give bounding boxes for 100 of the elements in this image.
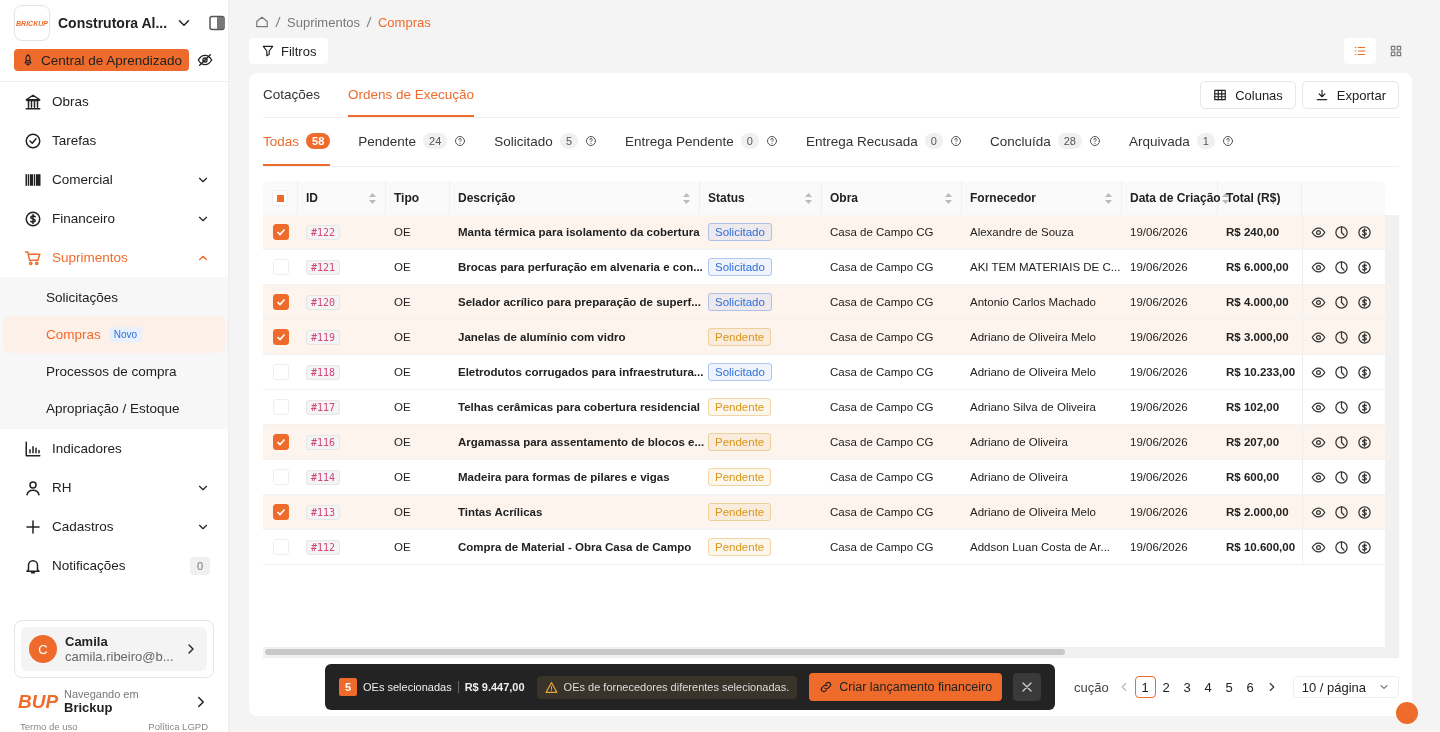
nav-subitem[interactable]: Processos de compra [3, 353, 225, 390]
column-header: ID [306, 191, 318, 205]
id-tag[interactable]: #114 [306, 470, 341, 485]
page-button[interactable]: 4 [1197, 676, 1219, 698]
page-button[interactable]: 1 [1134, 676, 1156, 698]
nav-item[interactable]: Financeiro [0, 199, 228, 238]
sidebar-toggle-icon[interactable] [209, 15, 226, 31]
eye-off-icon [197, 52, 214, 68]
list-view-button[interactable] [1344, 38, 1376, 64]
nav-item[interactable]: Cadastros [0, 507, 228, 546]
status-tab[interactable]: Entrega Recusada 0 [806, 118, 962, 166]
slash-icon [366, 16, 372, 28]
chat-launcher-icon[interactable] [1396, 702, 1418, 724]
status-tab[interactable]: Concluída 28 [989, 118, 1101, 166]
table-cell: OE [394, 506, 411, 518]
row-checkbox[interactable] [272, 434, 289, 450]
breadcrumb-link[interactable]: Suprimentos [287, 14, 360, 30]
status-tab[interactable]: Entrega Pendente 0 [625, 118, 778, 166]
horizontal-scrollbar[interactable] [263, 647, 1399, 657]
nav-item[interactable]: Notificações 0 [0, 546, 228, 585]
page-button[interactable]: 3 [1176, 676, 1198, 698]
row-checkbox[interactable] [272, 224, 289, 240]
table-cell: R$ 600,00 [1226, 471, 1280, 483]
table-cell: Casa de Campo CG [830, 296, 934, 308]
table-cell: OE [394, 261, 411, 273]
table-cell: OE [394, 366, 411, 378]
nav-item[interactable]: Indicadores [0, 429, 228, 468]
help-icon [1221, 135, 1234, 147]
nav-item[interactable]: Obras [0, 82, 228, 121]
tab[interactable]: Cotações [263, 73, 321, 117]
checkmark-icon [275, 227, 286, 237]
page-button[interactable]: 2 [1155, 676, 1177, 698]
user-card[interactable]: C Camila camila.ribeiro@b... [21, 627, 207, 671]
table-cell: Casa de Campo CG [830, 541, 934, 553]
warning-text: OEs de fornecedores diferentes selecionadas. [563, 681, 790, 693]
row-checkbox[interactable] [272, 294, 289, 310]
table-cell: 19/06/2026 [1130, 471, 1188, 483]
page-size-select[interactable]: 10 / página [1292, 676, 1399, 698]
table-cell: OE [394, 541, 411, 553]
help-icon [1089, 135, 1101, 147]
status-tab[interactable]: Solicitado 5 [494, 118, 597, 166]
eye-icon [1311, 224, 1326, 240]
footer-link[interactable]: Termo de uso [20, 721, 78, 732]
dollar-icon [1357, 329, 1372, 345]
table-cell: R$ 10.600,00 [1226, 541, 1296, 553]
status-tag: Solicitado [708, 258, 772, 276]
nav-subitem[interactable]: Solicitações [3, 279, 225, 316]
dollar-icon [1357, 364, 1372, 380]
id-tag[interactable]: #112 [306, 540, 341, 555]
dollar-icon [1357, 434, 1372, 450]
status-tab[interactable]: Pendente 24 [358, 118, 467, 166]
row-checkbox[interactable] [272, 329, 289, 345]
eye-icon [1311, 294, 1326, 310]
close-button[interactable] [1013, 673, 1042, 701]
history-icon [1334, 259, 1349, 275]
nav-item[interactable]: RH [0, 468, 228, 507]
id-tag[interactable]: #120 [306, 295, 341, 310]
id-tag[interactable]: #118 [306, 365, 341, 380]
create-entry-button[interactable]: Criar lançamento financeiro [809, 673, 1003, 701]
count-badge: 58 [306, 133, 331, 149]
table-cell: 19/06/2026 [1130, 366, 1188, 378]
column-header: Data de Criação [1130, 191, 1221, 205]
table-cell: Casa de Campo CG [830, 366, 934, 378]
company-name[interactable]: Construtora Al... [58, 15, 168, 31]
id-tag[interactable]: #121 [306, 260, 341, 275]
id-tag[interactable]: #116 [306, 435, 341, 450]
nav-item[interactable]: Comercial [0, 160, 228, 199]
filter-button[interactable]: Filtros [249, 38, 329, 64]
slash-icon [275, 16, 281, 28]
columns-button[interactable]: Colunas [1200, 81, 1296, 109]
learning-center-button[interactable]: Central de Aprendizado [14, 49, 190, 71]
column-header: Obra [830, 191, 858, 205]
nav-subitem[interactable]: Compras Novo [3, 316, 225, 353]
status-tag: Solicitado [708, 293, 772, 311]
nav-item[interactable]: Tarefas [0, 121, 228, 160]
export-button[interactable]: Exportar [1301, 81, 1399, 109]
count-badge: 0 [924, 133, 943, 149]
table-cell: R$ 3.000,00 [1226, 331, 1289, 343]
table-cell: R$ 6.000,00 [1226, 261, 1289, 273]
select-all-checkbox[interactable] [272, 190, 288, 206]
table-cell: R$ 207,00 [1226, 436, 1280, 448]
page-button[interactable]: 6 [1239, 676, 1261, 698]
status-tag: Pendente [708, 433, 772, 451]
id-tag[interactable]: #119 [306, 330, 341, 345]
id-tag[interactable]: #113 [306, 505, 341, 520]
row-checkbox[interactable] [272, 504, 289, 520]
table-cell: OE [394, 436, 411, 448]
table-cell: 19/06/2026 [1130, 401, 1188, 413]
id-tag[interactable]: #117 [306, 400, 341, 415]
footer-link[interactable]: Política LGPD [148, 721, 208, 732]
checkmark-icon [275, 297, 286, 307]
column-header: Status [708, 191, 745, 205]
id-tag[interactable]: #122 [306, 225, 341, 240]
nav-subitem[interactable]: Apropriação / Estoque [3, 390, 225, 427]
history-icon [1334, 434, 1349, 450]
table-cell: Adriano de Oliveira [970, 471, 1068, 483]
page-button[interactable]: 5 [1218, 676, 1240, 698]
grid-icon [1389, 44, 1403, 58]
history-icon [1334, 294, 1349, 310]
status-tab[interactable]: Arquivada 1 [1129, 118, 1234, 166]
